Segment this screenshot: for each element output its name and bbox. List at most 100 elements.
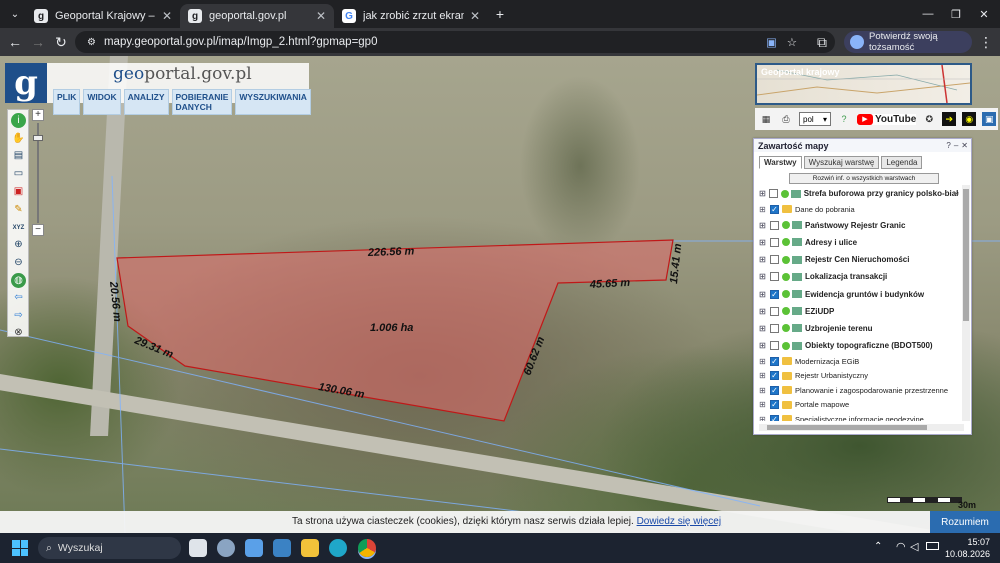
task-view-icon[interactable] xyxy=(189,539,207,557)
new-tab-button[interactable]: + xyxy=(490,4,510,24)
print-icon[interactable]: ⎙ xyxy=(779,112,793,126)
layer-checkbox[interactable] xyxy=(770,341,779,351)
zoom-out-icon[interactable]: ⊖ xyxy=(11,255,26,270)
expand-layer-icon[interactable]: ⊞ xyxy=(759,238,767,247)
scroll-thumb[interactable] xyxy=(963,189,969,321)
layer-checkbox[interactable] xyxy=(770,255,779,265)
zoom-slider[interactable]: + − xyxy=(32,109,44,237)
menu-dots-icon[interactable]: ⋮ xyxy=(976,32,996,52)
menu-plik[interactable]: PLIK xyxy=(53,89,81,115)
menu-pobieranie[interactable]: POBIERANIE DANYCH xyxy=(171,89,233,115)
address-bar[interactable]: ⚙ mapy.geoportal.gov.pl/imap/Imgp_2.html… xyxy=(75,31,835,53)
layer-checkbox[interactable]: ✓ xyxy=(770,385,779,395)
extensions-icon[interactable]: ⧉ xyxy=(812,32,832,52)
scroll-thumb[interactable] xyxy=(767,425,927,430)
panel-toggle-icon[interactable]: ▣ xyxy=(982,112,997,126)
select-icon[interactable]: ▭ xyxy=(11,166,26,181)
layer-item[interactable]: ⊞ ✓ Rejestr Urbanistyczny xyxy=(759,369,959,384)
close-window-button[interactable]: ✕ xyxy=(974,4,994,24)
cookie-more-link[interactable]: Dowiedz się więcej xyxy=(637,516,721,527)
overview-map[interactable]: Geoportal krajowy xyxy=(755,63,972,105)
chrome-browser-icon[interactable] xyxy=(358,539,376,557)
expand-layer-icon[interactable]: ⊞ xyxy=(759,386,767,395)
maximize-button[interactable]: ❐ xyxy=(946,4,966,24)
eye-icon[interactable]: ◉ xyxy=(962,112,977,126)
expand-layer-icon[interactable]: ⊞ xyxy=(759,415,767,421)
globe-icon[interactable]: ◍ xyxy=(11,273,26,288)
browser-tab[interactable]: g Geoportal Krajowy – Geoportal ✕ xyxy=(26,4,180,28)
expand-layer-icon[interactable]: ⊞ xyxy=(759,290,767,299)
layer-item[interactable]: ⊞ Państwowy Rejestr Granic xyxy=(759,217,959,234)
zoom-out-button[interactable]: − xyxy=(32,224,44,236)
accessibility-icon[interactable]: ✪ xyxy=(922,112,936,126)
layer-checkbox[interactable]: ✓ xyxy=(770,204,779,214)
file-explorer-icon[interactable] xyxy=(301,539,319,557)
pencil-icon[interactable]: ✎ xyxy=(11,202,26,217)
menu-widok[interactable]: WIDOK xyxy=(83,89,121,115)
settings-app-icon[interactable] xyxy=(217,539,235,557)
wifi-icon[interactable]: ◠ xyxy=(896,540,906,553)
arrow-right-icon[interactable]: ⇨ xyxy=(11,308,26,323)
expand-layer-icon[interactable]: ⊞ xyxy=(759,272,767,281)
expand-layer-icon[interactable]: ⊞ xyxy=(759,357,767,366)
close-tab-icon[interactable]: ✕ xyxy=(162,9,172,23)
panel-minimize-button[interactable]: – xyxy=(954,141,958,150)
layer-item[interactable]: ⊞ ✓ Portale mapowe xyxy=(759,398,959,413)
layer-checkbox[interactable] xyxy=(768,189,778,199)
expand-layer-icon[interactable]: ⊞ xyxy=(759,341,767,350)
language-select[interactable]: pol ▾ xyxy=(799,112,831,126)
bookmark-star-icon[interactable]: ☆ xyxy=(787,35,797,49)
store-app-icon[interactable] xyxy=(245,539,263,557)
print-icon[interactable]: ⊗ xyxy=(11,325,26,340)
browser-tab-active[interactable]: g geoportal.gov.pl ✕ xyxy=(180,4,334,28)
clock[interactable]: 15:07 10.08.2026 xyxy=(945,536,990,560)
layer-checkbox[interactable] xyxy=(770,272,779,282)
layer-checkbox[interactable] xyxy=(770,237,779,247)
xyz-icon[interactable]: XYZ xyxy=(11,220,26,235)
layer-checkbox[interactable]: ✓ xyxy=(770,400,779,410)
close-tab-icon[interactable]: ✕ xyxy=(316,9,326,23)
forward-icon[interactable]: → xyxy=(28,32,48,52)
expand-layer-icon[interactable]: ⊞ xyxy=(759,307,767,316)
remove-selection-icon[interactable]: ▣ xyxy=(11,184,26,199)
zoom-in-button[interactable]: + xyxy=(32,109,44,121)
layer-item[interactable]: ⊞ ✓ Planowanie i zagospodarowanie przestrz… xyxy=(759,383,959,398)
layer-checkbox[interactable]: ✓ xyxy=(770,289,779,299)
close-tab-icon[interactable]: ✕ xyxy=(470,9,480,23)
expand-layer-icon[interactable]: ⊞ xyxy=(759,189,766,198)
layer-item[interactable]: ⊞ EZiUDP xyxy=(759,303,959,320)
layer-item[interactable]: ⊞ Uzbrojenie terenu xyxy=(759,320,959,337)
layer-checkbox[interactable] xyxy=(770,306,779,316)
layer-item[interactable]: ⊞ ✓ Specjalistyczne informacje geodezyjne xyxy=(759,412,959,421)
layer-item[interactable]: ⊞ Adresy i ulice xyxy=(759,234,959,251)
layer-item[interactable]: ⊞ ✓ Modernizacja EGiB xyxy=(759,354,959,369)
legend-icon[interactable]: ▤ xyxy=(11,148,26,163)
layer-item[interactable]: ⊞ ✓ Dane do pobrania xyxy=(759,202,959,217)
expand-all-layers-button[interactable]: Rozwiń inf. o wszystkich warstwach xyxy=(789,173,939,184)
expand-layer-icon[interactable]: ⊞ xyxy=(759,221,767,230)
layer-checkbox[interactable]: ✓ xyxy=(770,414,779,421)
layer-checkbox[interactable] xyxy=(770,323,779,333)
layer-item[interactable]: ⊞ ✓ Ewidencja gruntów i budynków xyxy=(759,285,959,302)
layer-scrollbar-horizontal[interactable] xyxy=(759,424,964,431)
zoom-in-icon[interactable]: ⊕ xyxy=(11,237,26,252)
layer-item[interactable]: ⊞ Obiekty topograficzne (BDOT500) xyxy=(759,337,959,354)
layer-scrollbar-vertical[interactable] xyxy=(962,185,970,421)
help-icon[interactable]: ? xyxy=(837,112,851,126)
layer-checkbox[interactable] xyxy=(770,220,779,230)
edge-browser-icon[interactable] xyxy=(329,539,347,557)
reload-icon[interactable]: ↻ xyxy=(51,32,71,52)
expand-layer-icon[interactable]: ⊞ xyxy=(759,400,767,409)
expand-layer-icon[interactable]: ⊞ xyxy=(759,324,767,333)
info-icon[interactable]: i xyxy=(11,113,26,128)
layer-checkbox[interactable]: ✓ xyxy=(770,356,779,366)
tray-chevron-icon[interactable]: ⌃ xyxy=(874,541,882,552)
tab-warstwy[interactable]: Warstwy xyxy=(759,156,802,169)
layer-checkbox[interactable]: ✓ xyxy=(770,371,779,381)
pan-hand-icon[interactable]: ✋ xyxy=(11,131,26,146)
menu-wyszukiwania[interactable]: WYSZUKIWANIA xyxy=(235,89,311,115)
photos-app-icon[interactable] xyxy=(273,539,291,557)
taskbar-search[interactable]: ⌕ Wyszukaj xyxy=(38,537,181,559)
arrow-left-icon[interactable]: ⇦ xyxy=(11,290,26,305)
expand-layer-icon[interactable]: ⊞ xyxy=(759,255,767,264)
